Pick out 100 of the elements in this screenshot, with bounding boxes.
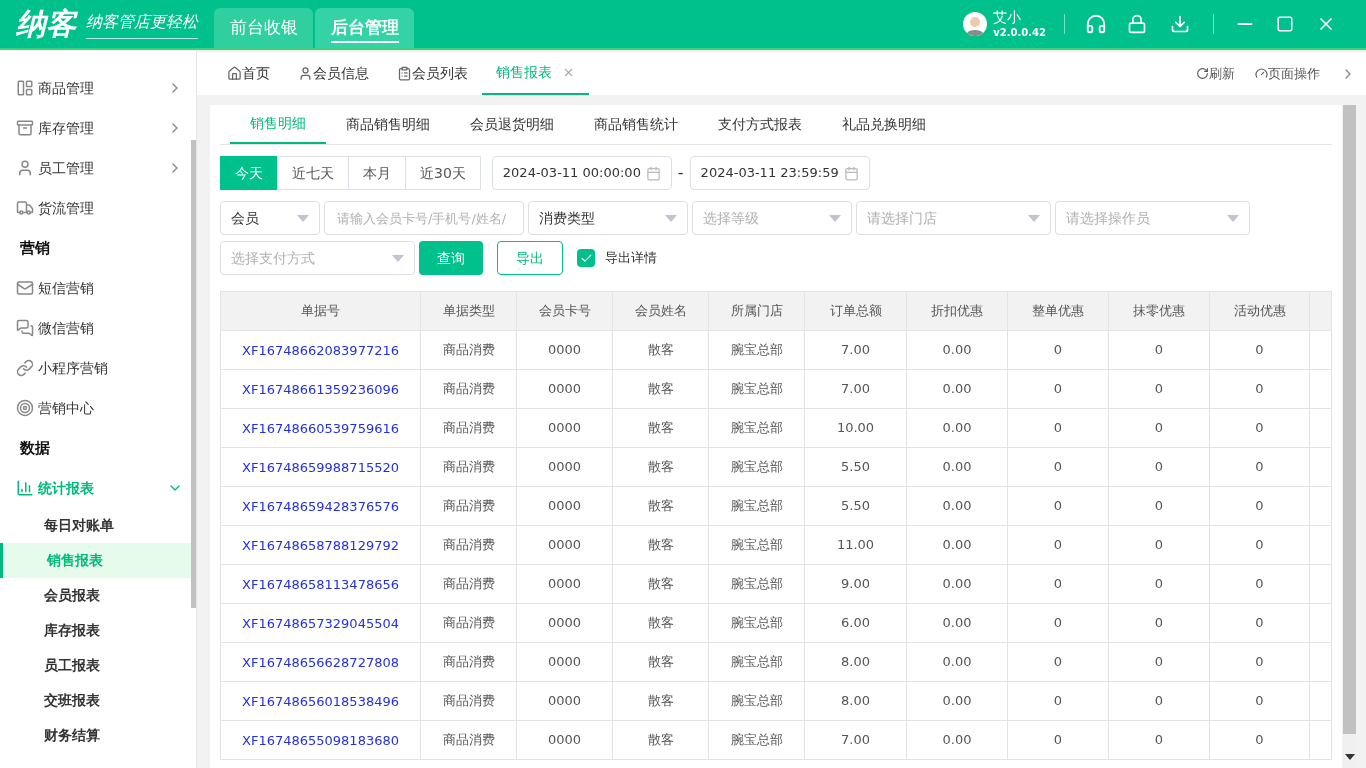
bar-chart-icon xyxy=(16,479,34,497)
table-cell: 0000 xyxy=(516,681,613,721)
table-cell: 散客 xyxy=(612,603,709,643)
table-cell: 0 xyxy=(1007,525,1109,565)
table-cell: 0 xyxy=(1108,564,1210,604)
table-cell: 散客 xyxy=(612,369,709,409)
member-search-field[interactable]: 请输入会员卡号/手机号/姓名/ xyxy=(324,201,524,235)
range-button[interactable]: 近30天 xyxy=(405,156,481,190)
report-tab[interactable]: 礼品兑换明细 xyxy=(822,105,946,144)
caret-icon xyxy=(829,214,841,222)
close-icon[interactable] xyxy=(562,66,575,79)
table-cell: 0 xyxy=(1209,447,1310,487)
table-cell: 商品消费 xyxy=(420,369,517,409)
section-heading: 营销 xyxy=(20,237,50,259)
tab-icon xyxy=(397,66,412,81)
table-cell: 商品消费 xyxy=(420,447,517,487)
report-tab[interactable]: 会员退货明细 xyxy=(450,105,574,144)
page-actions-button[interactable]: 页面操作 xyxy=(1255,63,1320,84)
table-cell: 5.50 xyxy=(804,447,907,487)
table-cell: 腕宝总部 xyxy=(708,642,805,682)
select-field[interactable]: 消费类型 xyxy=(528,201,688,235)
table-cell: 0 xyxy=(1209,369,1310,409)
gauge-icon xyxy=(1255,67,1268,80)
table-cell: 0000 xyxy=(516,603,613,643)
range-button[interactable]: 本月 xyxy=(348,156,406,190)
table-cell: 腕宝总部 xyxy=(708,681,805,721)
sidebar-item[interactable]: 微信营销 xyxy=(0,308,191,348)
table-cell: 0 xyxy=(1108,408,1210,448)
caret-icon xyxy=(297,214,309,222)
calendar-icon xyxy=(843,165,859,181)
select-field[interactable]: 会员 xyxy=(220,201,320,235)
sidebar-item[interactable]: 员工管理 xyxy=(0,148,191,188)
table-cell: 0.00 xyxy=(906,369,1008,409)
column-header: 单据类型 xyxy=(420,291,517,331)
scrollbar-thumb[interactable] xyxy=(191,140,196,608)
submenu-item[interactable]: 交班报表 xyxy=(0,683,191,718)
table-cell: 腕宝总部 xyxy=(708,369,805,409)
report-tab[interactable]: 商品销售明细 xyxy=(326,105,450,144)
table-cell: 0 xyxy=(1108,525,1210,565)
caret-icon xyxy=(665,214,677,222)
table-cell: 0 xyxy=(1108,603,1210,643)
table-cell: 0.00 xyxy=(906,720,1008,760)
sidebar-item[interactable]: 小程序营销 xyxy=(0,348,191,388)
table-cell: 7.00 xyxy=(804,330,907,370)
table-cell: 商品消费 xyxy=(420,564,517,604)
table-cell: 散客 xyxy=(612,681,709,721)
calendar-icon xyxy=(645,165,661,181)
support-icon[interactable] xyxy=(1085,13,1107,35)
page-tab[interactable]: 会员列表 xyxy=(383,52,482,95)
table-cell: 0 xyxy=(1007,369,1109,409)
table-cell: 0 xyxy=(1007,330,1109,370)
page-tab[interactable]: 会员信息 xyxy=(284,52,383,95)
table-cell: 0 xyxy=(1007,720,1109,760)
submenu-item[interactable]: 每日对账单 xyxy=(0,508,191,543)
column-header: 单据号 xyxy=(220,291,421,331)
report-tab[interactable]: 商品销售统计 xyxy=(574,105,698,144)
submenu-item[interactable]: 会员报表 xyxy=(0,578,191,613)
table-cell: 9.00 xyxy=(804,564,907,604)
scrollbar-thumb[interactable] xyxy=(1343,105,1356,734)
lock-icon[interactable] xyxy=(1127,14,1147,34)
table-cell: 0 xyxy=(1108,642,1210,682)
table-cell: 0000 xyxy=(516,642,613,682)
export-details-checkbox[interactable] xyxy=(577,249,595,267)
sidebar-item[interactable]: 商品管理 xyxy=(0,68,191,108)
report-tab[interactable]: 支付方式报表 xyxy=(698,105,822,144)
table-cell: 5.50 xyxy=(804,486,907,526)
table-cell: 0.00 xyxy=(906,603,1008,643)
tab-icon xyxy=(298,66,313,81)
table-cell: 商品消费 xyxy=(420,330,517,370)
table-cell: 0.00 xyxy=(906,564,1008,604)
checkbox-label: 导出详情 xyxy=(605,249,657,268)
sidebar-item[interactable]: 货流管理 xyxy=(0,188,191,228)
download-icon[interactable] xyxy=(1170,14,1190,34)
refresh-button[interactable]: 刷新 xyxy=(1196,63,1235,84)
table-cell: 腕宝总部 xyxy=(708,720,805,760)
table-cell: 商品消费 xyxy=(420,486,517,526)
table-cell: 散客 xyxy=(612,330,709,370)
table-cell: 0 xyxy=(1108,486,1210,526)
submenu-item[interactable]: 员工报表 xyxy=(0,648,191,683)
table-cell: 商品消费 xyxy=(420,408,517,448)
table-cell: 腕宝总部 xyxy=(708,486,805,526)
table-cell: 腕宝总部 xyxy=(708,408,805,448)
table-cell: 7.00 xyxy=(804,369,907,409)
table-cell: 0 xyxy=(1209,681,1310,721)
sidebar-item[interactable]: 营销中心 xyxy=(0,388,191,428)
date-field[interactable]: 2024-03-11 00:00:00 xyxy=(491,156,672,190)
scroll-down-icon[interactable] xyxy=(1344,754,1355,760)
table-cell: 散客 xyxy=(612,408,709,448)
column-header: 折扣优惠 xyxy=(906,291,1008,331)
sidebar-item[interactable]: 库存管理 xyxy=(0,108,191,148)
sidebar-item[interactable]: 短信营销 xyxy=(0,268,191,308)
table-cell: 10.00 xyxy=(804,408,907,448)
submenu-item[interactable]: 库存报表 xyxy=(0,613,191,648)
maximize-icon[interactable] xyxy=(1276,15,1294,33)
page-tab[interactable]: 首页 xyxy=(213,52,284,95)
range-button[interactable]: 近七天 xyxy=(277,156,349,190)
date-field[interactable]: 2024-03-11 23:59:59 xyxy=(689,156,870,190)
column-header: 会员卡号 xyxy=(516,291,613,331)
submenu-item[interactable]: 财务结算 xyxy=(0,718,191,753)
table-cell: 0.00 xyxy=(906,330,1008,370)
